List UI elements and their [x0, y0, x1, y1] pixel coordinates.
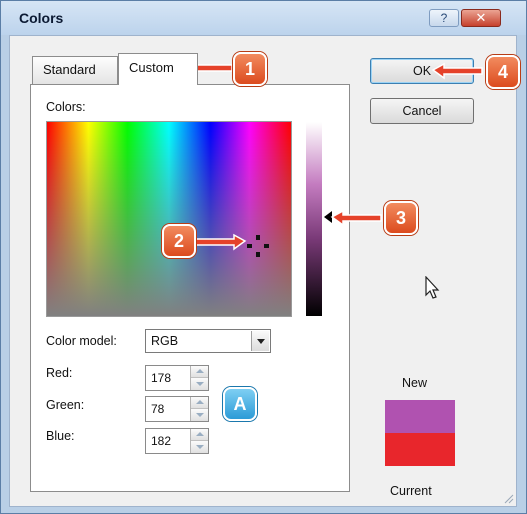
current-label: Current	[390, 484, 432, 498]
blue-label: Blue:	[46, 429, 75, 443]
blue-spin-down-icon[interactable]	[191, 441, 208, 453]
green-spin-down-icon[interactable]	[191, 409, 208, 421]
callout-badge-2: 2	[162, 224, 196, 258]
crosshair-icon[interactable]	[243, 231, 273, 261]
luminance-arrow-icon[interactable]	[324, 211, 332, 223]
callout-badge-a: A	[223, 387, 257, 421]
cancel-button[interactable]: Cancel	[370, 98, 474, 124]
red-spin-up-icon[interactable]	[191, 366, 208, 378]
green-spin-buttons	[190, 397, 208, 421]
help-button[interactable]: ?	[429, 9, 459, 27]
red-spin-down-icon[interactable]	[191, 378, 208, 390]
blue-stepper[interactable]: 182	[145, 428, 209, 454]
new-label: New	[402, 376, 428, 390]
callout-badge-3: 3	[384, 201, 418, 235]
callout-badge-1: 1	[233, 52, 267, 86]
title-bar: Colors ? ✕	[1, 1, 526, 35]
colors-label: Colors:	[46, 100, 86, 114]
red-value: 178	[151, 371, 172, 385]
red-spin-buttons	[190, 366, 208, 390]
new-color-swatch	[385, 400, 455, 433]
blue-spin-up-icon[interactable]	[191, 429, 208, 441]
mouse-pointer-icon	[425, 276, 440, 299]
ok-button[interactable]: OK	[370, 58, 474, 84]
green-spin-up-icon[interactable]	[191, 397, 208, 409]
dialog-title: Colors	[19, 10, 64, 26]
color-model-select[interactable]: RGB	[145, 329, 271, 353]
chevron-down-icon[interactable]	[251, 331, 269, 351]
luminance-slider[interactable]	[306, 122, 322, 316]
current-color-swatch	[385, 433, 455, 466]
blue-spin-buttons	[190, 429, 208, 453]
resize-grip-icon[interactable]	[502, 492, 514, 504]
red-label: Red:	[46, 366, 73, 380]
blue-value: 182	[151, 434, 172, 448]
green-value: 78	[151, 402, 165, 416]
red-stepper[interactable]: 178	[145, 365, 209, 391]
green-stepper[interactable]: 78	[145, 396, 209, 422]
color-model-label: Color model:	[46, 334, 117, 348]
color-model-value: RGB	[151, 334, 179, 348]
tab-standard[interactable]: Standard	[32, 56, 118, 84]
green-label: Green:	[46, 398, 85, 412]
callout-badge-4: 4	[486, 55, 520, 89]
close-button[interactable]: ✕	[461, 9, 501, 27]
color-spectrum[interactable]	[46, 121, 292, 317]
tab-custom[interactable]: Custom	[118, 53, 198, 85]
